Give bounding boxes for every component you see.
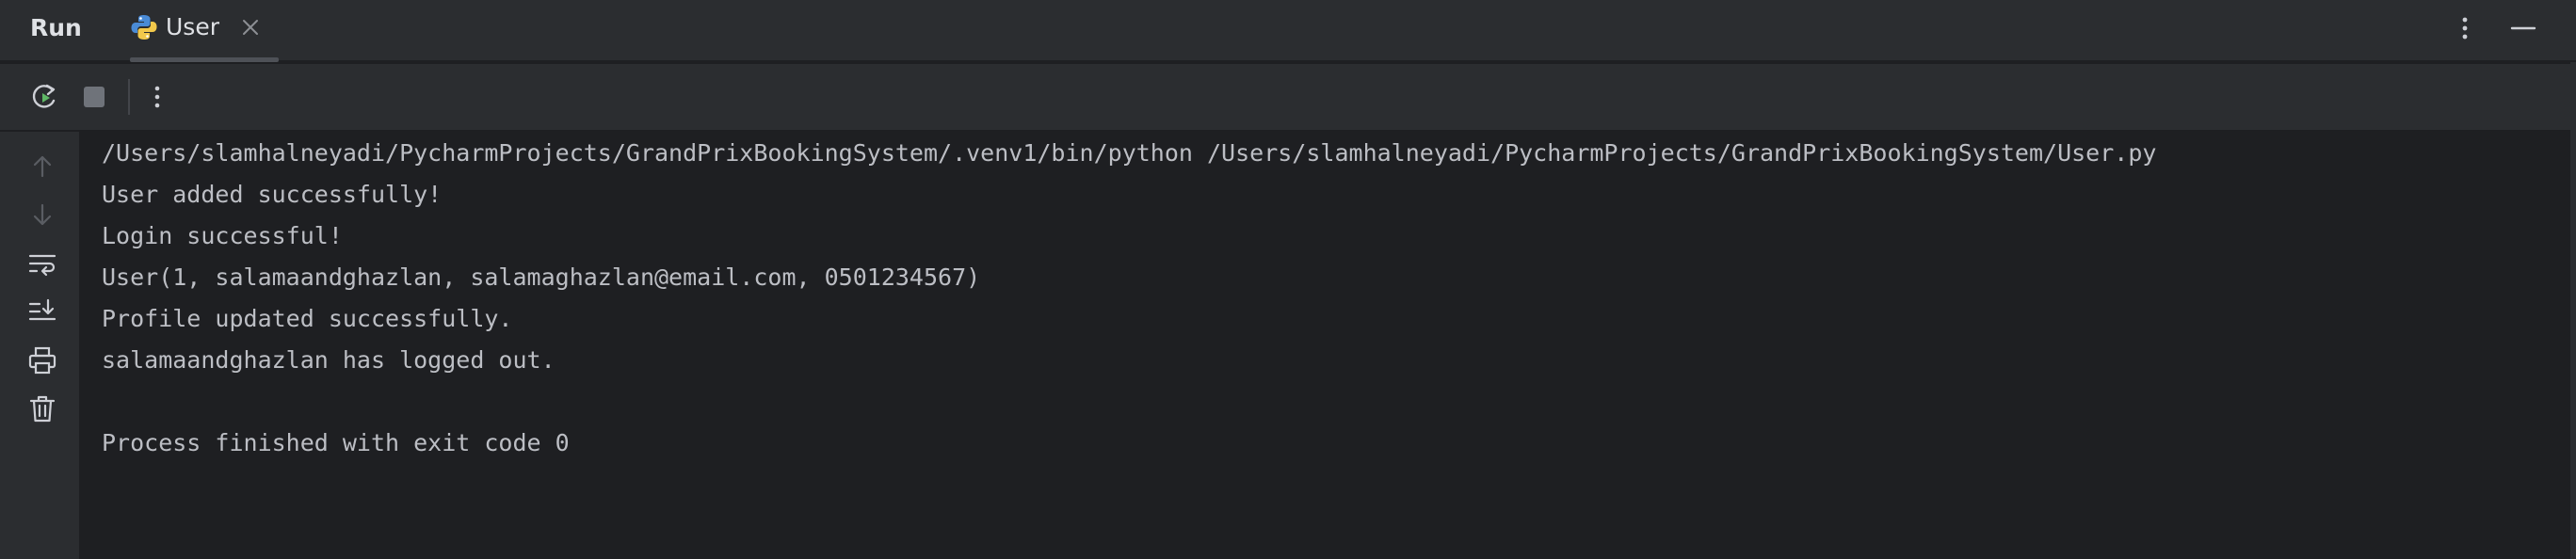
python-icon [130,13,158,41]
vertical-scrollbar[interactable] [2570,62,2576,559]
console-line-exit-status: Process finished with exit code 0 [102,429,570,456]
console-line: Login successful! [102,222,343,249]
more-vertical-icon[interactable] [141,81,173,113]
tab-selected-indicator [130,57,279,62]
rerun-icon[interactable] [28,81,60,113]
print-icon[interactable] [26,344,58,376]
run-window-header: Run User [0,0,2576,62]
console-line: salamaandghazlan has logged out. [102,346,555,374]
tab-user-label: User [166,13,219,40]
run-window-title: Run [30,14,82,41]
trash-icon[interactable] [26,392,58,424]
more-vertical-icon[interactable] [2457,13,2472,43]
soft-wrap-icon[interactable] [26,248,58,280]
console-side-toolbar [0,132,79,559]
run-tool-window: Run User /Users/slamhalneyadi/PycharmPro… [0,0,2576,559]
run-toolbar [0,64,2576,132]
tab-user[interactable]: User [113,0,279,62]
toolbar-separator [128,79,130,115]
scroll-to-end-icon[interactable] [26,295,58,327]
console-line: Profile updated successfully. [102,305,513,332]
arrow-up-icon[interactable] [26,151,58,183]
stop-icon[interactable] [78,81,110,113]
console-output[interactable]: /Users/slamhalneyadi/PycharmProjects/Gra… [79,132,2576,559]
close-icon[interactable] [239,16,262,39]
arrow-down-icon[interactable] [26,199,58,231]
console-line: User added successfully! [102,181,443,208]
minimize-icon[interactable] [2509,13,2537,43]
console-line: User(1, salamaandghazlan, salamaghazlan@… [102,264,981,291]
console-line-command: /Users/slamhalneyadi/PycharmProjects/Gra… [102,139,2157,167]
